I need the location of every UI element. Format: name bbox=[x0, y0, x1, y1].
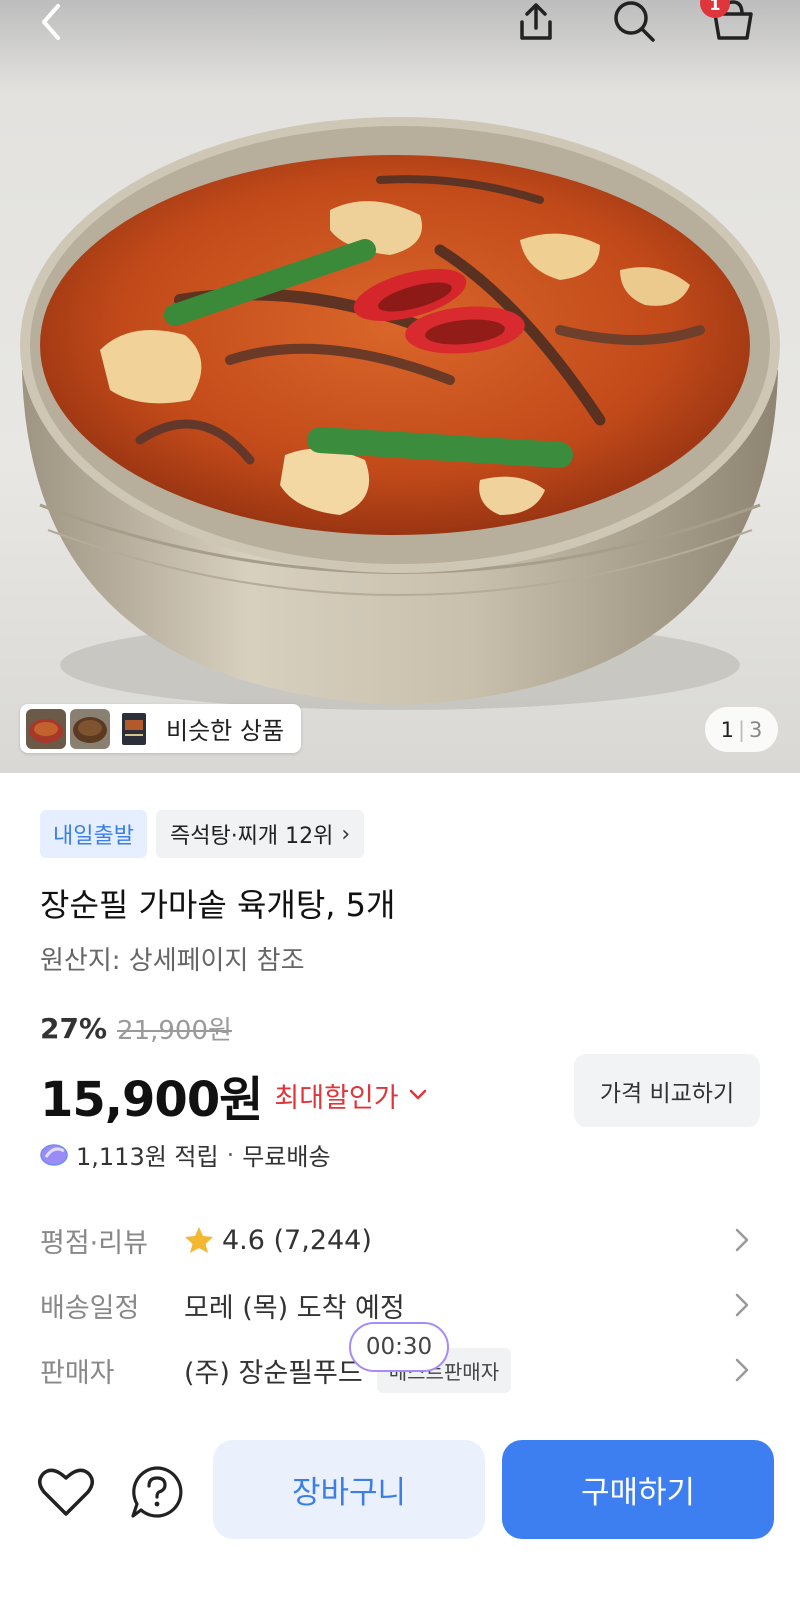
wishlist-button[interactable] bbox=[36, 1462, 96, 1522]
timer-overlay: 00:30 bbox=[349, 1322, 449, 1372]
shipping-text: 무료배송 bbox=[242, 1143, 331, 1171]
rating-value-group: 4.6 (7,244) bbox=[184, 1225, 372, 1256]
back-button[interactable] bbox=[26, 0, 76, 44]
discount-percent: 27% bbox=[40, 1012, 108, 1045]
discount-row: 27% 21,900원 bbox=[40, 1010, 232, 1047]
delivery-tag: 내일출발 bbox=[40, 810, 147, 858]
chevron-down-icon bbox=[409, 1089, 426, 1100]
page-current: 1 bbox=[720, 717, 734, 742]
separator-dot: · bbox=[226, 1140, 235, 1169]
seller-value-group: (주) 장순필푸드 베스트판매자 bbox=[184, 1347, 512, 1393]
chevron-right-icon bbox=[735, 1358, 749, 1382]
product-title: 장순필 가마솥 육개탕, 5개 bbox=[40, 886, 396, 924]
star-icon bbox=[185, 1227, 213, 1253]
similar-thumb bbox=[114, 709, 154, 749]
points-text: 1,113원 적립 bbox=[76, 1143, 219, 1171]
page-separator: | bbox=[737, 717, 746, 742]
chevron-right-icon bbox=[735, 1228, 749, 1252]
question-icon bbox=[131, 1466, 183, 1518]
cart-button[interactable]: 1 bbox=[700, 0, 758, 44]
share-icon bbox=[520, 3, 552, 40]
seller-label: 판매자 bbox=[40, 1357, 115, 1389]
seller-name: (주) 장순필푸드 bbox=[184, 1357, 363, 1389]
price-row: 15,900원 최대할인가 bbox=[40, 1060, 427, 1130]
inquiry-button[interactable] bbox=[127, 1462, 187, 1522]
image-page-indicator: 1 | 3 bbox=[705, 707, 778, 752]
chevron-left-icon bbox=[42, 4, 60, 40]
category-rank-label: 즉석탕·찌개 12위 bbox=[169, 824, 334, 849]
rating-label: 평점·리뷰 bbox=[40, 1227, 148, 1259]
category-rank-tag[interactable]: 즉석탕·찌개 12위 › bbox=[155, 810, 365, 858]
rating-review-row[interactable]: 평점·리뷰 4.6 (7,244) bbox=[40, 1215, 760, 1265]
price-compare-button[interactable]: 가격 비교하기 bbox=[574, 1054, 760, 1127]
page-total: 3 bbox=[749, 717, 763, 742]
add-to-cart-button[interactable]: 장바구니 bbox=[213, 1440, 485, 1539]
search-button[interactable] bbox=[610, 0, 660, 44]
share-button[interactable] bbox=[511, 0, 561, 44]
max-discount-toggle[interactable]: 최대할인가 bbox=[274, 1076, 426, 1115]
product-image[interactable]: 1 비슷한 상품 1 | 3 bbox=[0, 0, 800, 773]
reward-coin-icon bbox=[40, 1143, 68, 1166]
benefit-row: 1,113원 적립 · 무료배송 bbox=[40, 1137, 331, 1172]
rating-value: 4.6 (7,244) bbox=[222, 1224, 372, 1256]
chevron-right-icon: › bbox=[341, 821, 351, 847]
heart-icon bbox=[38, 1468, 94, 1516]
sale-price: 15,900원 bbox=[40, 1072, 263, 1128]
similar-products-label: 비슷한 상품 bbox=[166, 717, 285, 745]
bottom-action-bar: 장바구니 구매하기 bbox=[0, 1420, 800, 1609]
soup-bowl-photo bbox=[20, 117, 780, 710]
delivery-label: 배송일정 bbox=[40, 1292, 140, 1324]
buy-now-button[interactable]: 구매하기 bbox=[502, 1440, 774, 1539]
delivery-value: 모레 (목) 도착 예정 bbox=[184, 1292, 405, 1324]
original-price: 21,900원 bbox=[117, 1016, 232, 1046]
search-icon bbox=[614, 1, 655, 42]
product-tags: 내일출발 즉석탕·찌개 12위 › bbox=[40, 810, 365, 858]
top-bar: 1 bbox=[0, 0, 800, 50]
max-discount-label: 최대할인가 bbox=[274, 1082, 399, 1114]
chevron-right-icon bbox=[735, 1293, 749, 1317]
similar-products-button[interactable]: 비슷한 상품 bbox=[20, 704, 301, 753]
similar-thumb bbox=[26, 708, 66, 749]
origin-text: 원산지: 상세페이지 참조 bbox=[40, 946, 305, 976]
similar-thumb bbox=[70, 708, 110, 749]
